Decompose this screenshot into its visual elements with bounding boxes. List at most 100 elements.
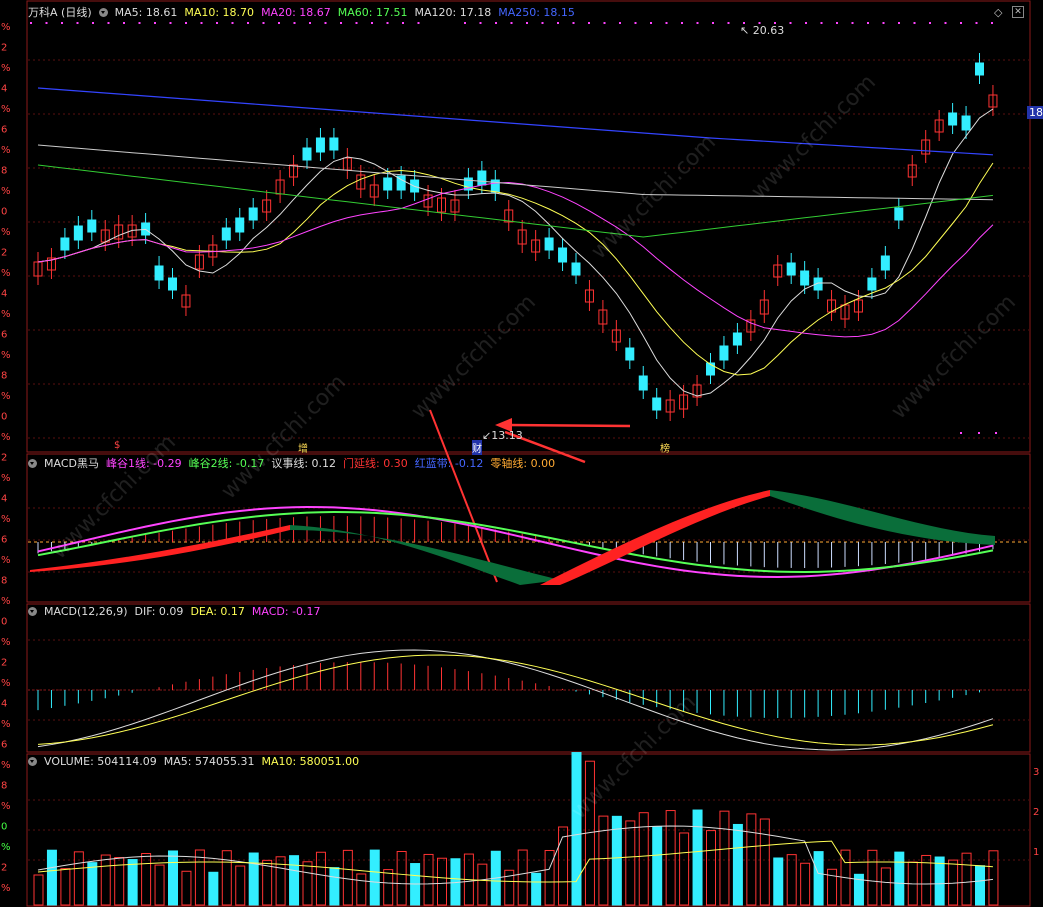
volume-bar — [194, 849, 205, 906]
watermark: www.cfchi.com — [587, 130, 721, 264]
macd-hm-title[interactable]: MACD黑马 — [44, 455, 99, 471]
volume-bar — [988, 850, 999, 906]
left-axis-tick: % — [1, 350, 11, 361]
volume-bar — [46, 849, 57, 906]
left-axis-tick: 4 — [1, 699, 7, 710]
macd-legend-item: DIF: 0.09 — [134, 604, 184, 618]
volume-title[interactable]: VOLUME: 504114.09 — [44, 755, 157, 768]
macd-header: MACD(12,26,9) DIF: 0.09 DEA: 0.17 MACD: -0… — [28, 604, 321, 618]
signal-dot — [557, 22, 559, 24]
ma10-line — [37, 162, 994, 376]
volume-bar — [289, 855, 300, 906]
left-axis-tick: % — [1, 514, 11, 525]
signal-dot — [681, 22, 683, 24]
signal-dot — [154, 22, 156, 24]
stock-chart[interactable]: % 2% 4% 6% 8% 0% 2% 4% 6% 8% 0% 2% 4% 6% 8% 0% 2% 4% 6% 8% 0… — [0, 0, 1043, 907]
left-axis-tick: % — [1, 63, 11, 74]
macd-legend-item: DEA: 0.17 — [190, 604, 245, 618]
volume-bar — [127, 859, 138, 906]
volume-bar — [60, 868, 71, 906]
volume-bar — [248, 852, 259, 906]
right-axis-tick: 2 — [1033, 807, 1039, 818]
signal-dot — [995, 432, 997, 434]
signal-dot — [805, 22, 807, 24]
watermark: www.cfchi.com — [567, 690, 701, 824]
ma60-line — [37, 164, 994, 238]
signal-dot — [510, 22, 513, 24]
signal-dot — [929, 22, 931, 24]
left-axis-tick: % — [1, 432, 11, 443]
volume-header: VOLUME: 504114.09 MA5: 574055.31 MA10: 58… — [28, 754, 359, 768]
left-axis-tick: % — [1, 145, 11, 156]
right-axis-price: 18 — [1027, 106, 1043, 119]
signal-dot — [712, 22, 714, 24]
diamond-icon[interactable]: ◇ — [994, 6, 1002, 19]
left-axis-tick: 8 — [1, 781, 7, 792]
dropdown-icon[interactable] — [28, 756, 37, 766]
left-axis-tick: % — [1, 678, 11, 689]
candle — [477, 170, 487, 186]
volume-bar — [894, 851, 905, 906]
signal-dot — [696, 22, 699, 24]
candle — [235, 217, 245, 233]
signal-dot — [61, 22, 63, 24]
candle — [221, 227, 231, 241]
right-axis-tick: 1 — [1033, 847, 1039, 858]
event-marker-1[interactable]: $ — [114, 440, 120, 451]
event-marker-2[interactable]: 增 — [298, 440, 308, 455]
close-icon[interactable]: ✕ — [1012, 6, 1024, 18]
signal-dot — [991, 22, 993, 24]
panel-frame — [26, 603, 1031, 753]
candle — [73, 225, 83, 241]
volume-bar — [679, 832, 690, 906]
candle — [867, 277, 877, 291]
macd-title[interactable]: MACD(12,26,9) — [44, 605, 128, 618]
left-axis-tick: 6 — [1, 125, 7, 136]
left-axis-tick: 2 — [1, 658, 7, 669]
candle — [800, 270, 810, 286]
left-axis-tick: 4 — [1, 289, 7, 300]
signal-dot — [960, 432, 962, 434]
volume-bar — [262, 859, 273, 906]
dropdown-icon[interactable] — [28, 458, 37, 468]
signal-dot — [495, 22, 497, 24]
signal-dot — [867, 22, 869, 24]
left-axis-tick: % — [1, 555, 11, 566]
candle — [732, 332, 742, 346]
macd-legend-item: MACD: -0.17 — [251, 604, 321, 618]
signal-dot — [386, 22, 389, 24]
signal-dot — [45, 22, 48, 24]
stock-name[interactable]: 万科A (日线) — [28, 4, 92, 20]
volume-bar — [168, 850, 178, 906]
event-marker-4[interactable]: 榜 — [660, 440, 670, 455]
macd-hm-legend-item: 零轴线: 0.00 — [490, 457, 556, 470]
signal-dot — [836, 22, 838, 24]
ma-legend-item: MA20: 18.67 — [261, 5, 331, 19]
left-axis-tick: % — [1, 22, 11, 33]
macd-hm-legend-item: 门延线: 0.30 — [343, 457, 408, 470]
signal-dot — [402, 22, 404, 24]
dropdown-icon[interactable] — [28, 606, 37, 616]
left-axis-tick: % — [1, 842, 11, 853]
left-axis-tick: % — [1, 637, 11, 648]
left-axis-tick: % — [1, 104, 11, 115]
volume-bar — [558, 826, 569, 906]
left-axis-tick: 0 — [1, 207, 7, 218]
candle — [154, 265, 164, 281]
volume-bar — [329, 867, 340, 906]
ma5-line — [37, 108, 994, 397]
event-marker-3[interactable]: 财 — [472, 440, 482, 455]
left-axis-tick: % — [1, 596, 11, 607]
left-axis-tick: % — [1, 309, 11, 320]
dropdown-icon[interactable] — [98, 7, 108, 17]
left-axis-tick: 4 — [1, 494, 7, 505]
candle — [638, 375, 648, 391]
left-axis-tick: 0 — [1, 822, 7, 833]
left-axis-tick: % — [1, 391, 11, 402]
watermark: www.cfchi.com — [407, 290, 541, 424]
volume-bar — [934, 856, 945, 906]
signal-dot — [340, 22, 342, 24]
left-axis-tick: % — [1, 473, 11, 484]
candle — [87, 219, 97, 233]
signal-dot — [665, 22, 668, 24]
